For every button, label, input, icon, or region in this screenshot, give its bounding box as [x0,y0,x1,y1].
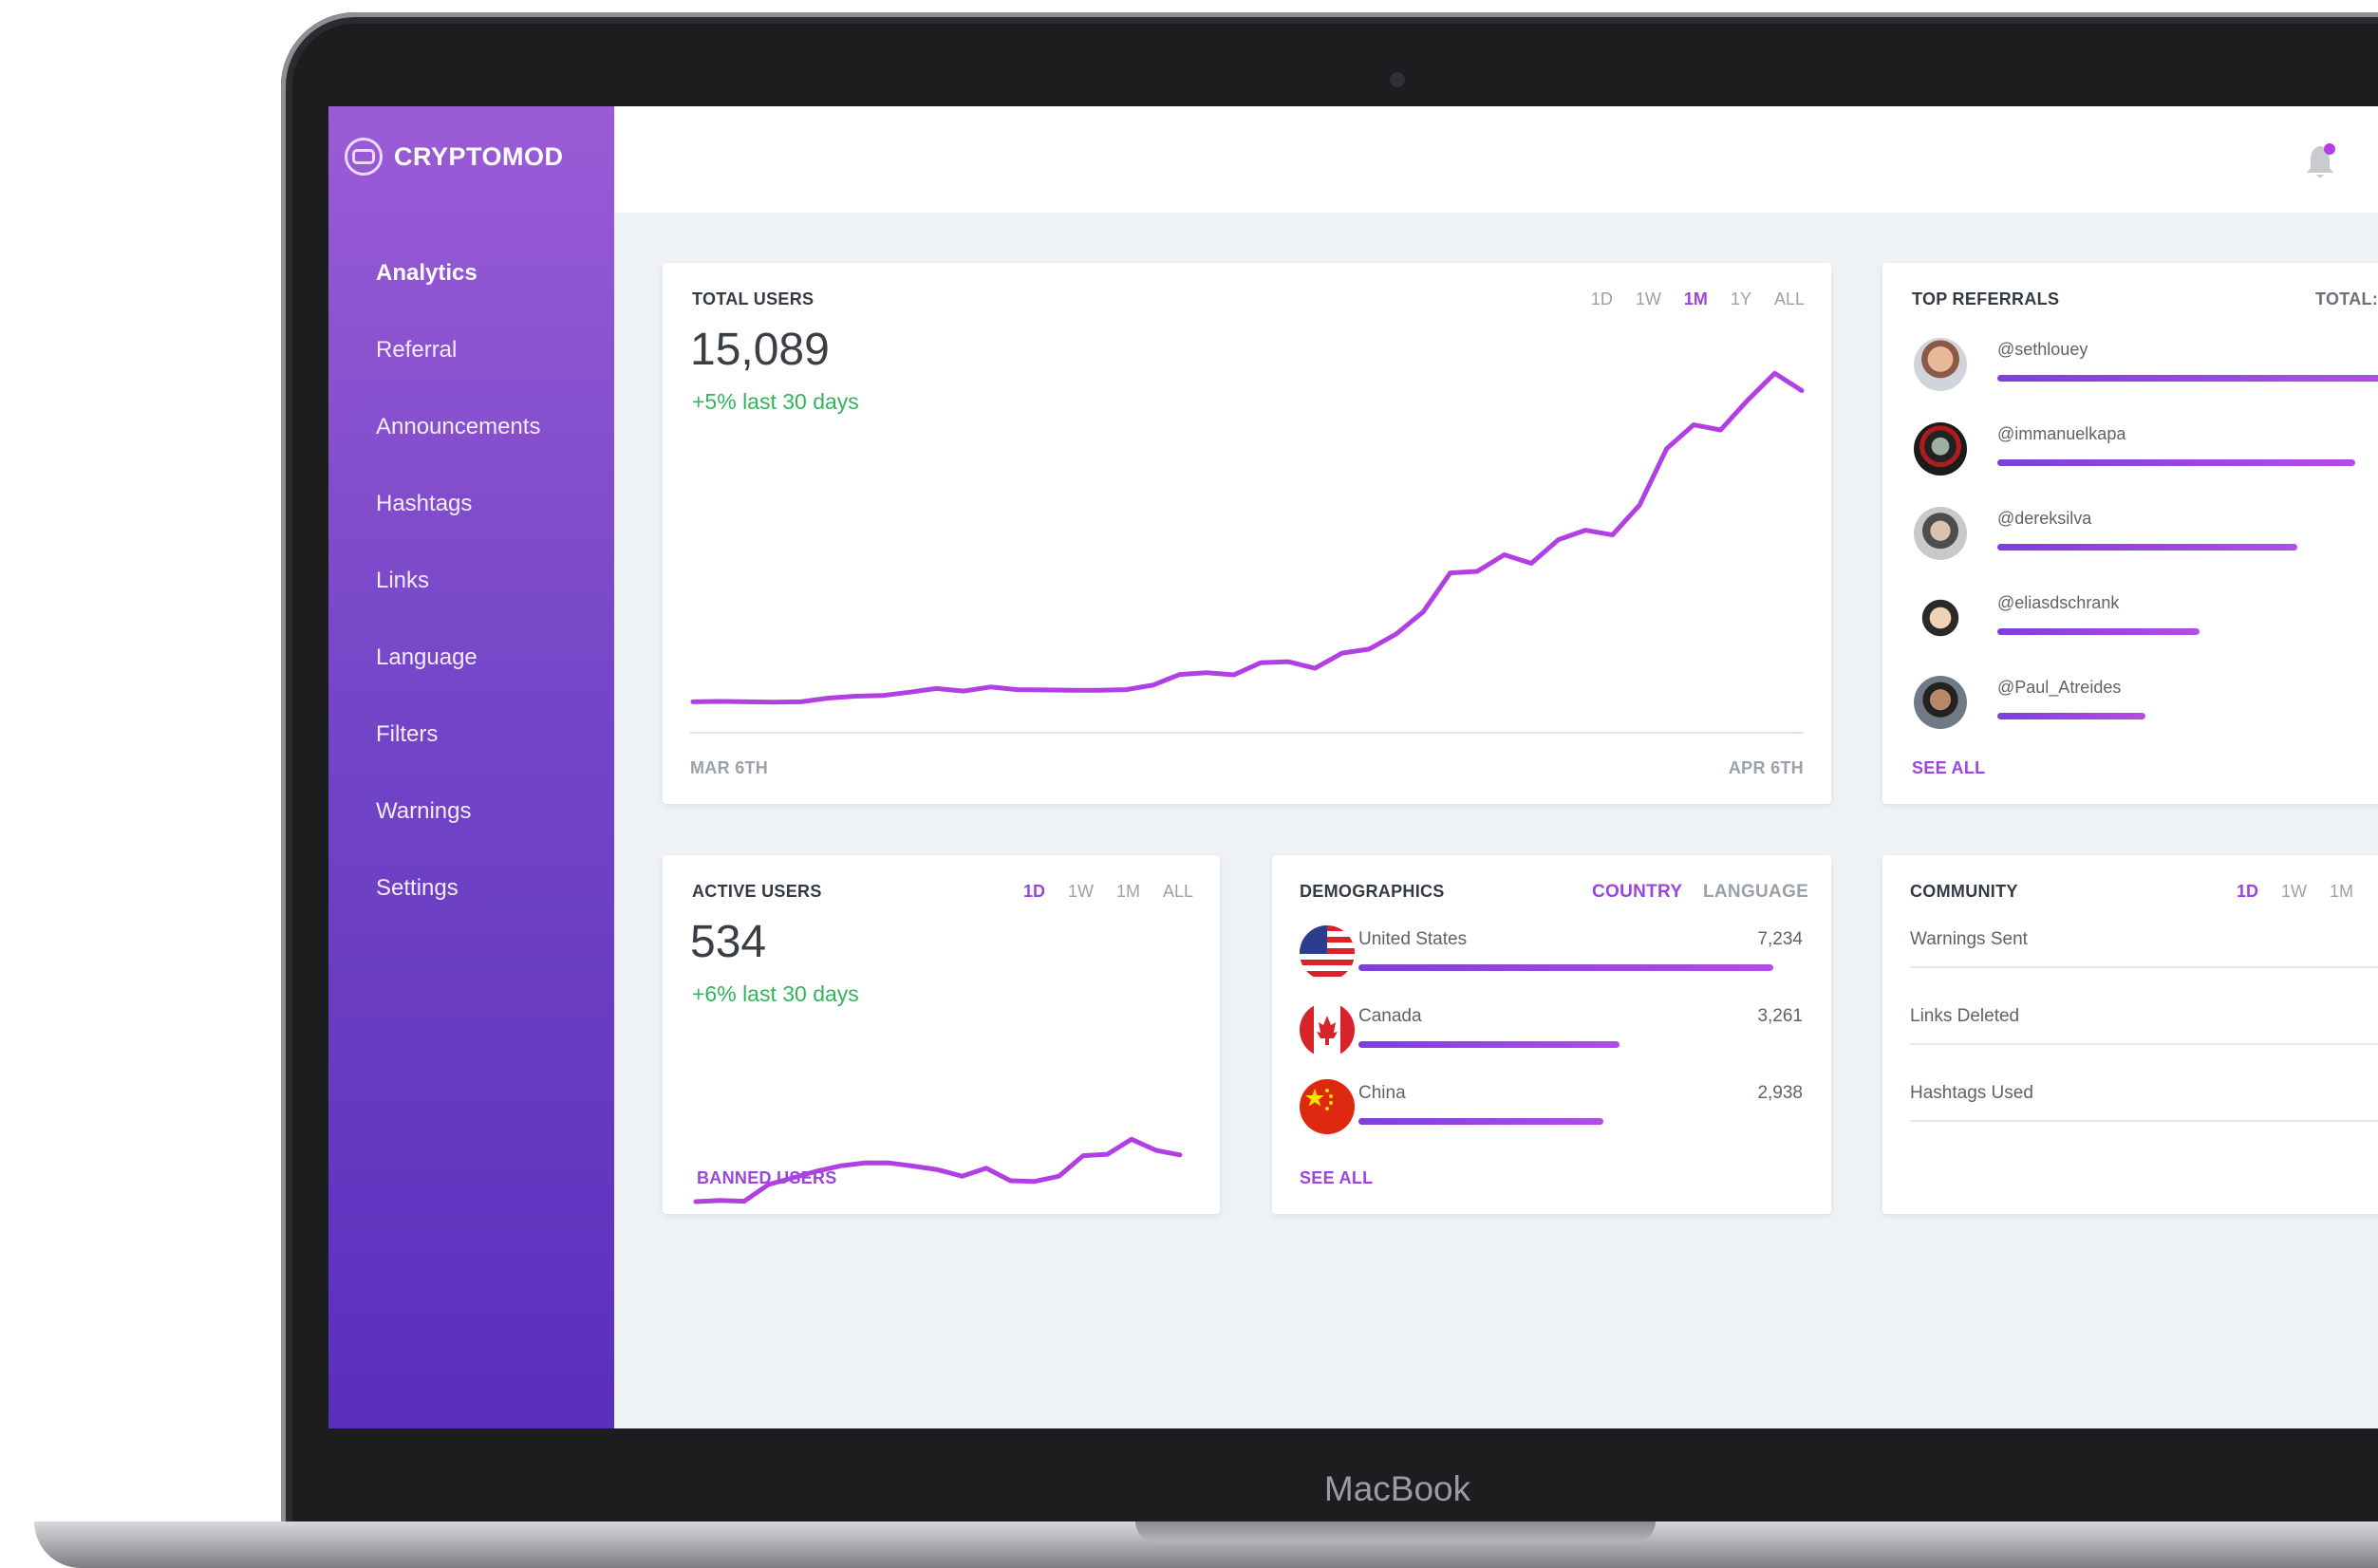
total-label: TOTAL: [2315,289,2378,308]
avatar[interactable] [1914,338,1967,391]
card-title: TOP REFERRALS [1912,289,2060,308]
card-title: DEMOGRAPHICS [1300,882,1445,901]
country-value: 2,938 [1757,1083,1803,1103]
sidebar-item-links[interactable]: Links [376,564,540,641]
avatar[interactable] [1914,591,1967,644]
us-flag-icon [1300,925,1355,980]
sidebar-item-analytics[interactable]: Analytics [376,256,540,333]
referral-bar [1997,628,2200,635]
tab-language[interactable]: LANGUAGE [1703,882,1808,903]
x-axis-end: APR 6TH [1728,758,1804,777]
referral-handle[interactable]: @eliasdschrank [1997,593,2119,613]
stat-label: Links Deleted [1910,1006,2020,1026]
referral-handle[interactable]: @sethlouey [1997,340,2088,360]
country-value: 7,234 [1757,929,1803,949]
top-referrals-card: TOP REFERRALS TOTAL: @sethlouey @immanue… [1882,263,2378,804]
unread-dot [2324,143,2335,155]
laptop-brand-label: MacBook [1323,1469,1471,1508]
divider [1910,1043,2378,1045]
range-1m[interactable]: 1M [2330,882,2353,902]
screen: CRYPTOMOD Analytics Referral Announcemen… [328,106,2378,1428]
referral-bar [1997,459,2355,466]
country-bar [1358,964,1773,971]
sidebar-item-warnings[interactable]: Warnings [376,794,540,871]
demographics-card: DEMOGRAPHICS COUNTRY LANGUAGE United Sta… [1272,855,1831,1214]
sidebar-item-announcements[interactable]: Announcements [376,410,540,487]
active-users-card: ACTIVE USERS 1D 1W 1M ALL 534 +6% last 3… [663,855,1220,1214]
laptop-hinge-notch [1135,1521,1656,1542]
country-bar [1358,1041,1620,1048]
country-name: Canada [1358,1006,1422,1026]
sidebar-item-hashtags[interactable]: Hashtags [376,487,540,564]
canada-flag-icon [1300,1002,1355,1057]
camera-icon [1390,72,1405,87]
card-title: COMMUNITY [1910,882,2018,901]
stat-label: Hashtags Used [1910,1083,2033,1103]
total-users-chart [690,370,1805,734]
country-name: China [1358,1083,1406,1103]
divider [1910,1120,2378,1122]
referral-handle[interactable]: @Paul_Atreides [1997,678,2121,698]
community-card: COMMUNITY 1D 1W 1M Warnings Sent Links D… [1882,855,2378,1214]
sidebar-item-referral[interactable]: Referral [376,333,540,410]
avatar[interactable] [1914,507,1967,560]
active-users-chart [693,1136,1183,1204]
bell-icon[interactable] [2304,142,2338,180]
divider [1910,966,2378,968]
range-1d[interactable]: 1D [2237,882,2258,902]
referral-bar [1997,713,2145,719]
robot-logo-icon [345,138,383,176]
banned-users-link[interactable]: BANNED USERS [697,1168,837,1188]
total-users-card: TOTAL USERS 1D 1W 1M 1Y ALL 15,089 +5% l… [663,263,1831,804]
avatar[interactable] [1914,676,1967,729]
china-flag-icon [1300,1079,1355,1134]
app-logo[interactable]: CRYPTOMOD [345,138,564,176]
referral-bar [1997,544,2297,551]
country-value: 3,261 [1757,1006,1803,1026]
see-all-link[interactable]: SEE ALL [1300,1168,1373,1188]
sidebar-item-language[interactable]: Language [376,641,540,718]
referral-handle[interactable]: @immanuelkapa [1997,424,2125,444]
series-line [690,370,1805,705]
country-name: United States [1358,929,1468,949]
avatar[interactable] [1914,422,1967,476]
referral-bar [1997,375,2378,382]
top-bar [614,106,2378,213]
sidebar-item-settings[interactable]: Settings [376,871,540,948]
see-all-link[interactable]: SEE ALL [1912,758,1985,778]
referral-handle[interactable]: @dereksilva [1997,509,2091,529]
range-1w[interactable]: 1W [2281,882,2307,902]
stat-label: Warnings Sent [1910,929,2028,949]
sidebar-item-filters[interactable]: Filters [376,718,540,794]
tab-country[interactable]: COUNTRY [1592,882,1682,903]
country-bar [1358,1118,1603,1125]
sidebar-nav: Analytics Referral Announcements Hashtag… [376,256,540,948]
app-name: CRYPTOMOD [394,141,564,171]
range-selector: 1D 1W 1M [2214,882,2353,902]
x-axis-start: MAR 6TH [690,758,769,777]
sidebar: CRYPTOMOD Analytics Referral Announcemen… [328,106,614,1428]
